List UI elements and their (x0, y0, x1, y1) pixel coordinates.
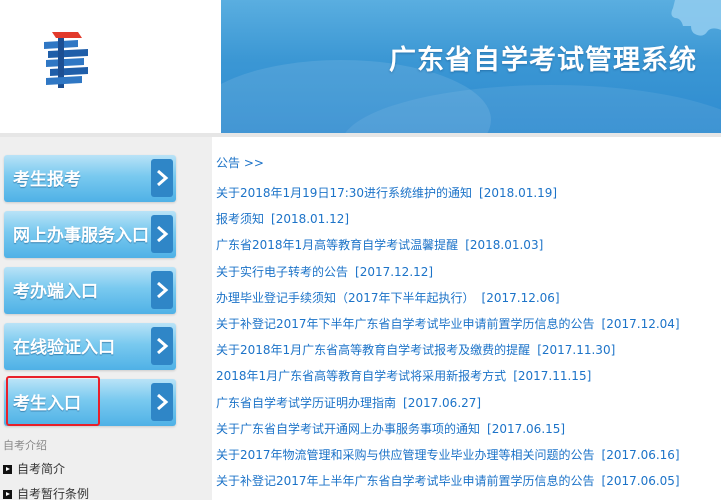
notice-title: 关于补登记2017年上半年广东省自学考试毕业申请前置学历信息的公告 (216, 474, 595, 489)
chevron-right-icon (151, 271, 173, 309)
notice-title: 关于补登记2017年下半年广东省自学考试毕业申请前置学历信息的公告 (216, 316, 595, 331)
notice-title: 2018年1月广东省高等教育自学考试将采用新报考方式 (216, 369, 507, 384)
notice-item[interactable]: 关于补登记2017年上半年广东省自学考试毕业申请前置学历信息的公告 [2017.0… (216, 473, 721, 499)
notice-item[interactable]: 关于2018年1月19日17:30进行系统维护的通知 [2018.01.19] (216, 185, 721, 211)
intro-link-regulations[interactable]: 自考暂行条例 (3, 485, 89, 500)
chevron-right-icon (151, 327, 173, 365)
notice-date: [2017.06.05] (601, 474, 680, 489)
logo-panel (0, 0, 216, 133)
notice-date: [2017.06.27] (403, 395, 482, 410)
chevron-right-icon (151, 215, 173, 253)
notice-date: [2017.12.04] (601, 316, 680, 331)
button-label: 考生报考 (13, 170, 81, 190)
notice-date: [2017.11.15] (513, 369, 592, 384)
header-banner: 广东省自学考试管理系统 (221, 0, 721, 133)
notice-date: [2018.01.12] (271, 212, 350, 227)
notice-date: [2018.01.03] (465, 238, 544, 253)
notice-section-title[interactable]: 公告 >> (216, 155, 721, 171)
intro-link-label: 自考暂行条例 (17, 487, 90, 500)
candidate-registration-button[interactable]: 考生报考 (4, 155, 176, 202)
online-services-button[interactable]: 网上办事服务入口 (4, 211, 176, 258)
chevron-right-icon (151, 383, 173, 421)
page: 广东省自学考试管理系统 考生报考 网上办事服务入口 考办端入口 在线验证入口 考… (0, 0, 721, 500)
notice-item[interactable]: 办理毕业登记手续须知（2017年下半年起执行） [2017.12.06] (216, 290, 721, 316)
notice-item[interactable]: 关于广东省自学考试开通网上办事服务事项的通知 [2017.06.15] (216, 421, 721, 447)
chevron-right-icon (151, 159, 173, 197)
intro-link-overview[interactable]: 自考简介 (3, 460, 65, 477)
arrow-bullet-icon (3, 490, 12, 499)
notice-item[interactable]: 关于2018年1月广东省高等教育自学考试报考及缴费的提醒 [2017.11.30] (216, 342, 721, 368)
notice-title: 办理毕业登记手续须知（2017年下半年起执行） (216, 290, 475, 305)
notice-title: 关于2018年1月19日17:30进行系统维护的通知 (216, 186, 473, 200)
highlight-box (6, 376, 100, 426)
puzzle-piece-icon (671, 0, 721, 36)
notice-item[interactable]: 关于补登记2017年下半年广东省自学考试毕业申请前置学历信息的公告 [2017.1… (216, 316, 721, 342)
notice-title: 关于广东省自学考试开通网上办事服务事项的通知 (216, 421, 481, 436)
notice-title: 关于2018年1月广东省高等教育自学考试报考及缴费的提醒 (216, 343, 531, 358)
online-verification-button[interactable]: 在线验证入口 (4, 323, 176, 370)
intro-link-label: 自考简介 (17, 462, 66, 476)
site-title: 广东省自学考试管理系统 (389, 45, 697, 76)
notice-title: 关于实行电子转考的公告 (216, 264, 349, 279)
arrow-bullet-icon (3, 465, 12, 474)
notice-date: [2017.12.12] (355, 264, 434, 279)
notice-title: 报考须知 (216, 212, 265, 227)
notice-item[interactable]: 广东省自学考试学历证明办理指南 [2017.06.27] (216, 395, 721, 421)
button-label: 考办端入口 (13, 282, 98, 302)
notice-date: [2018.01.19] (479, 186, 558, 200)
notice-item[interactable]: 关于实行电子转考的公告 [2017.12.12] (216, 264, 721, 290)
notice-date: [2017.06.16] (601, 447, 680, 462)
exam-logo-icon (44, 32, 88, 88)
notice-title: 广东省2018年1月高等教育自学考试温馨提醒 (216, 238, 459, 253)
notice-title: 关于2017年物流管理和采购与供应管理专业毕业办理等相关问题的公告 (216, 447, 595, 462)
notice-item[interactable]: 广东省2018年1月高等教育自学考试温馨提醒 [2018.01.03] (216, 237, 721, 263)
notice-list: 公告 >> 关于2018年1月19日17:30进行系统维护的通知 [2018.01… (216, 155, 721, 499)
notice-title: 广东省自学考试学历证明办理指南 (216, 395, 397, 410)
button-label: 网上办事服务入口 (13, 226, 149, 246)
notice-date: [2017.11.30] (537, 343, 616, 358)
intro-section-header: 自考介绍 (3, 439, 47, 452)
notice-date: [2017.06.15] (487, 421, 566, 436)
notice-item[interactable]: 报考须知 [2018.01.12] (216, 211, 721, 237)
exam-office-button[interactable]: 考办端入口 (4, 267, 176, 314)
notice-item[interactable]: 2018年1月广东省高等教育自学考试将采用新报考方式 [2017.11.15] (216, 368, 721, 394)
button-label: 在线验证入口 (13, 338, 115, 358)
notice-date: [2017.12.06] (481, 290, 560, 305)
notice-item[interactable]: 关于2017年物流管理和采购与供应管理专业毕业办理等相关问题的公告 [2017.0… (216, 447, 721, 473)
